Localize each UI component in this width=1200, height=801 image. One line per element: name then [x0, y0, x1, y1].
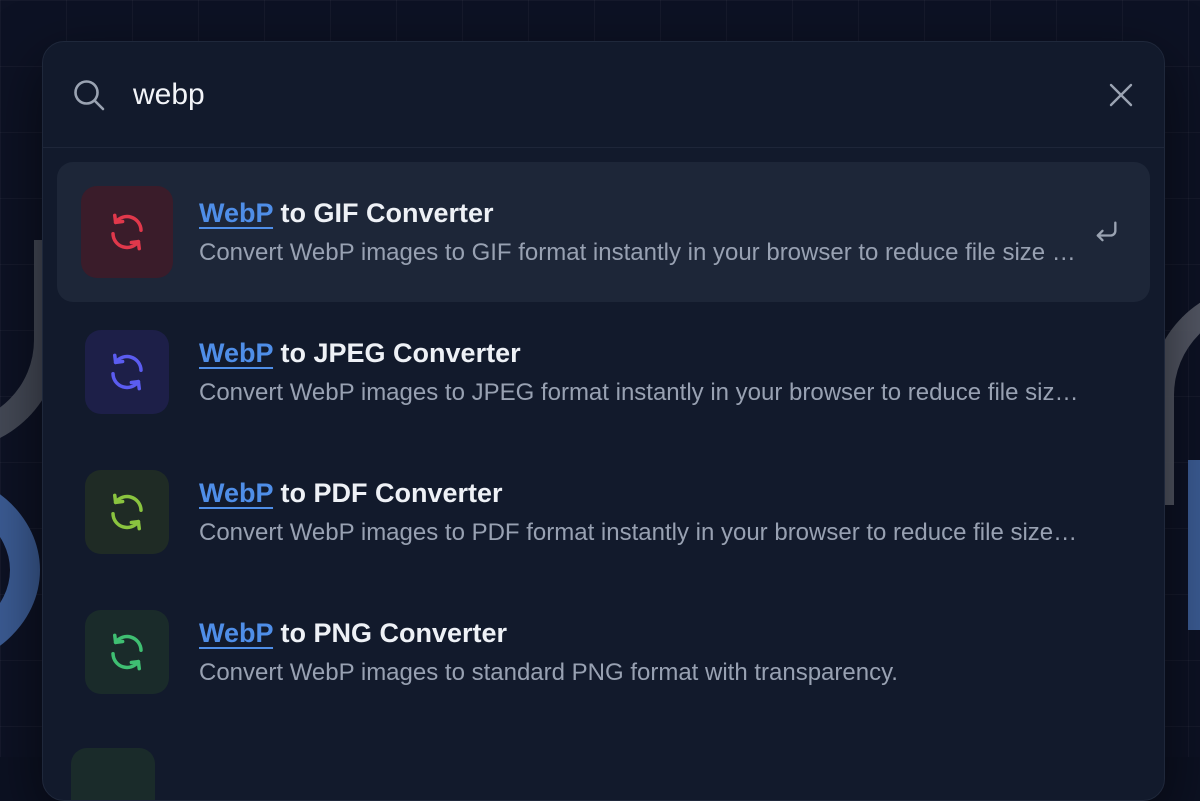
convert-icon — [85, 470, 169, 554]
result-item[interactable]: WebP to PNG Converter Convert WebP images… — [57, 582, 1150, 722]
search-bar — [43, 42, 1164, 148]
command-palette: WebP to GIF Converter Convert WebP images… — [42, 41, 1165, 801]
result-item[interactable]: WebP to JPEG Converter Convert WebP image… — [57, 302, 1150, 442]
result-description: Convert WebP images to standard PNG form… — [199, 659, 1079, 687]
result-item[interactable]: WebP to GIF Converter Convert WebP images… — [57, 162, 1150, 302]
convert-icon — [81, 186, 173, 278]
result-title-text: to PDF Converter — [273, 478, 503, 508]
result-text: WebP to JPEG Converter Convert WebP image… — [199, 338, 1079, 407]
result-title: WebP to GIF Converter — [199, 198, 1079, 229]
result-title: WebP to PDF Converter — [199, 478, 1079, 509]
result-title-text: to JPEG Converter — [273, 338, 521, 368]
search-match-highlight: WebP — [199, 198, 273, 228]
result-title-text: to GIF Converter — [273, 198, 494, 228]
result-text: WebP to PNG Converter Convert WebP images… — [199, 618, 1079, 687]
result-description: Convert WebP images to GIF format instan… — [199, 239, 1079, 267]
result-title-text: to PNG Converter — [273, 618, 507, 648]
enter-key-icon — [1092, 218, 1120, 246]
results-list: WebP to GIF Converter Convert WebP images… — [43, 148, 1164, 722]
convert-icon — [71, 748, 155, 801]
search-match-highlight: WebP — [199, 478, 273, 508]
result-item[interactable]: WebP to PDF Converter Convert WebP images… — [57, 442, 1150, 582]
list-item[interactable] — [43, 722, 1164, 762]
search-input[interactable] — [133, 78, 1106, 112]
search-match-highlight: WebP — [199, 618, 273, 648]
convert-icon — [85, 610, 169, 694]
search-icon — [71, 77, 107, 113]
close-icon[interactable] — [1106, 80, 1136, 110]
search-match-highlight: WebP — [199, 338, 273, 368]
convert-icon — [85, 330, 169, 414]
result-text: WebP to PDF Converter Convert WebP images… — [199, 478, 1079, 547]
background-decoration — [1188, 460, 1200, 630]
result-text: WebP to GIF Converter Convert WebP images… — [199, 198, 1079, 267]
result-description: Convert WebP images to JPEG format insta… — [199, 379, 1079, 407]
result-description: Convert WebP images to PDF format instan… — [199, 519, 1079, 547]
result-title: WebP to JPEG Converter — [199, 338, 1079, 369]
result-title: WebP to PNG Converter — [199, 618, 1079, 649]
background-decoration — [0, 470, 40, 670]
